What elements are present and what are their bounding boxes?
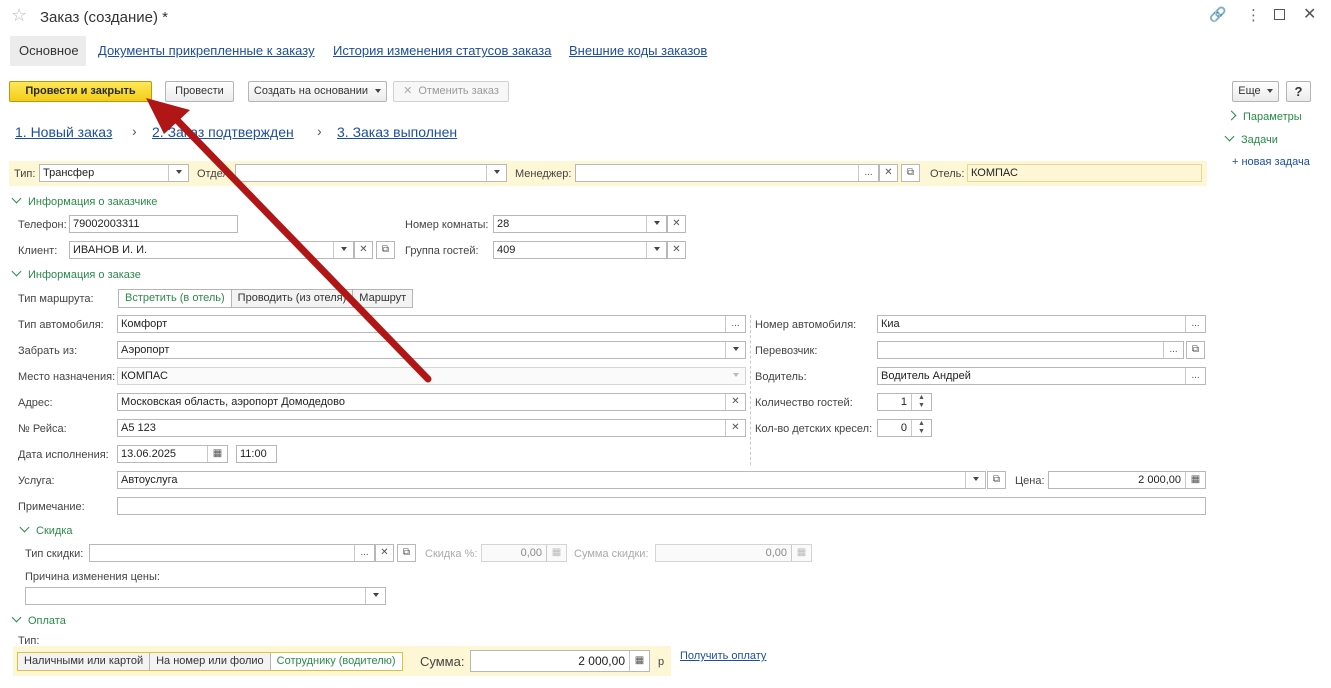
arrow-shaft	[171, 114, 432, 383]
annotation-arrow	[146, 98, 432, 383]
